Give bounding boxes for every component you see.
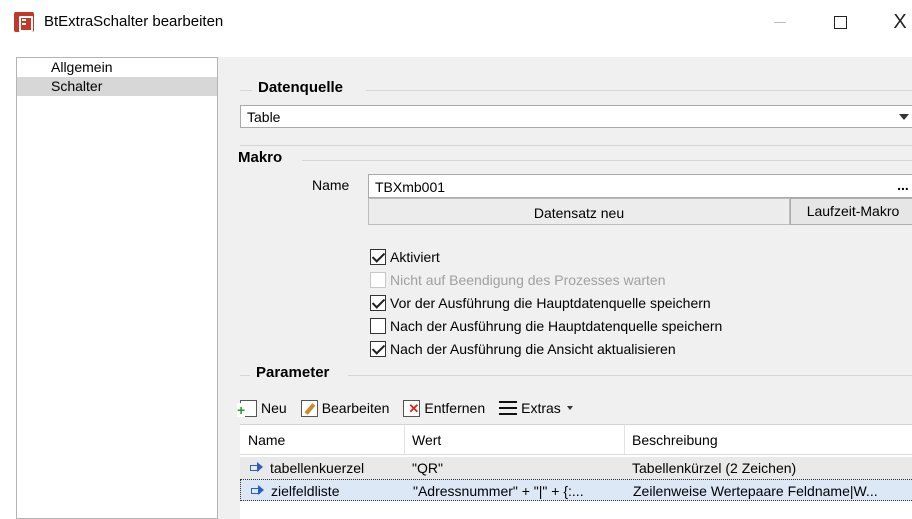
main-panel: Datenquelle Table Makro Name TBXmb001 ..… [218, 57, 912, 519]
checkbox-checked-icon[interactable] [370, 341, 386, 357]
option-nach-speichern[interactable]: Nach der Ausführung die Hauptdatenquelle… [370, 316, 722, 336]
sidebar-item-schalter[interactable]: Schalter [17, 77, 217, 96]
edit-icon [300, 399, 318, 417]
extras-button[interactable]: Extras [499, 400, 573, 416]
column-divider[interactable] [404, 425, 405, 455]
makro-title: Makro [238, 149, 283, 166]
new-button[interactable]: Neu [237, 399, 287, 417]
checkbox-unchecked-icon [370, 272, 386, 288]
cell-wert: "QR" [412, 460, 443, 476]
option-label: Nach der Ausführung die Hauptdatenquelle… [390, 318, 723, 334]
option-label: Aktiviert [390, 249, 440, 265]
group-divider [366, 90, 912, 91]
record-label: Datensatz neu [533, 205, 625, 221]
column-header-beschreibung[interactable]: Beschreibung [632, 432, 718, 448]
record-info: Datensatz neu [368, 198, 790, 225]
cell-name: tabellenkuerzel [270, 460, 365, 476]
arrow-right-icon [251, 485, 265, 495]
option-label: Nach der Ausführung die Ansicht aktualis… [390, 341, 676, 357]
sidebar: Allgemein Schalter [16, 57, 218, 519]
cell-beschreibung: Zeilenweise Wertepaare Feldname|W... [633, 483, 878, 499]
option-nicht-warten: Nicht auf Beendigung des Prozesses warte… [370, 270, 666, 290]
arrow-right-icon [250, 462, 264, 472]
window-title: BtExtraSchalter bearbeiten [44, 13, 224, 30]
option-ansicht-aktualisieren[interactable]: Nach der Ausführung die Ansicht aktualis… [370, 339, 676, 359]
maximize-icon [833, 15, 847, 29]
group-divider [240, 90, 252, 91]
option-label: Nicht auf Beendigung des Prozesses warte… [390, 272, 666, 288]
table-row-selected[interactable]: zielfeldliste "Adressnummer" + "|" + {:.… [240, 479, 912, 501]
table-header: Name Wert Beschreibung [240, 425, 912, 455]
name-label: Name [312, 177, 350, 193]
column-header-wert[interactable]: Wert [412, 432, 441, 448]
delete-label: Entfernen [424, 400, 486, 416]
parameter-table: Name Wert Beschreibung tabellenkuerzel "… [240, 424, 912, 519]
parameter-toolbar: Neu Bearbeiten Entfernen Extras [237, 395, 587, 421]
datenquelle-select[interactable]: Table [240, 105, 912, 128]
datenquelle-title: Datenquelle [258, 79, 344, 96]
browse-button[interactable]: ... [890, 174, 912, 198]
option-aktiviert[interactable]: Aktiviert [370, 247, 440, 267]
menu-icon [499, 401, 518, 415]
column-header-name[interactable]: Name [248, 432, 285, 448]
option-vor-speichern[interactable]: Vor der Ausführung die Hauptdatenquelle … [370, 293, 711, 313]
sidebar-item-allgemein[interactable]: Allgemein [17, 58, 217, 77]
table-row[interactable]: tabellenkuerzel "QR" Tabellenkürzel (2 Z… [240, 457, 912, 479]
datenquelle-value: Table [247, 109, 281, 125]
new-label: Neu [261, 400, 287, 416]
checkbox-checked-icon[interactable] [370, 249, 386, 265]
column-divider[interactable] [624, 425, 625, 455]
title-bar: BtExtraSchalter bearbeiten X [0, 0, 912, 44]
add-icon [237, 399, 257, 417]
group-divider [240, 145, 912, 146]
chevron-down-icon [566, 406, 573, 410]
checkbox-unchecked-icon[interactable] [370, 318, 386, 334]
delete-button[interactable]: Entfernen [403, 399, 486, 417]
extras-label: Extras [521, 400, 561, 416]
close-button[interactable]: X [878, 6, 912, 38]
edit-button[interactable]: Bearbeiten [300, 399, 390, 417]
app-icon [14, 12, 34, 32]
minimize-button[interactable] [758, 6, 802, 38]
checkbox-checked-icon[interactable] [370, 295, 386, 311]
group-divider [348, 375, 912, 376]
makro-name-value: TBXmb001 [375, 179, 446, 195]
cell-name: zielfeldliste [271, 483, 340, 499]
option-label: Vor der Ausführung die Hauptdatenquelle … [390, 295, 711, 311]
delete-icon [403, 399, 421, 417]
edit-label: Bearbeiten [321, 400, 390, 416]
cell-wert: "Adressnummer" + "|" + {:... [413, 483, 584, 499]
maximize-button[interactable] [818, 6, 862, 38]
close-icon: X [893, 10, 907, 33]
group-divider [240, 375, 250, 376]
runtime-macro-button[interactable]: Laufzeit-Makro [790, 198, 912, 225]
cell-beschreibung: Tabellenkürzel (2 Zeichen) [632, 460, 797, 476]
parameter-title: Parameter [256, 364, 330, 381]
chevron-down-icon[interactable] [899, 114, 909, 120]
group-divider [302, 160, 912, 161]
minimize-icon [774, 21, 786, 23]
makro-name-input[interactable]: TBXmb001 [368, 174, 912, 198]
